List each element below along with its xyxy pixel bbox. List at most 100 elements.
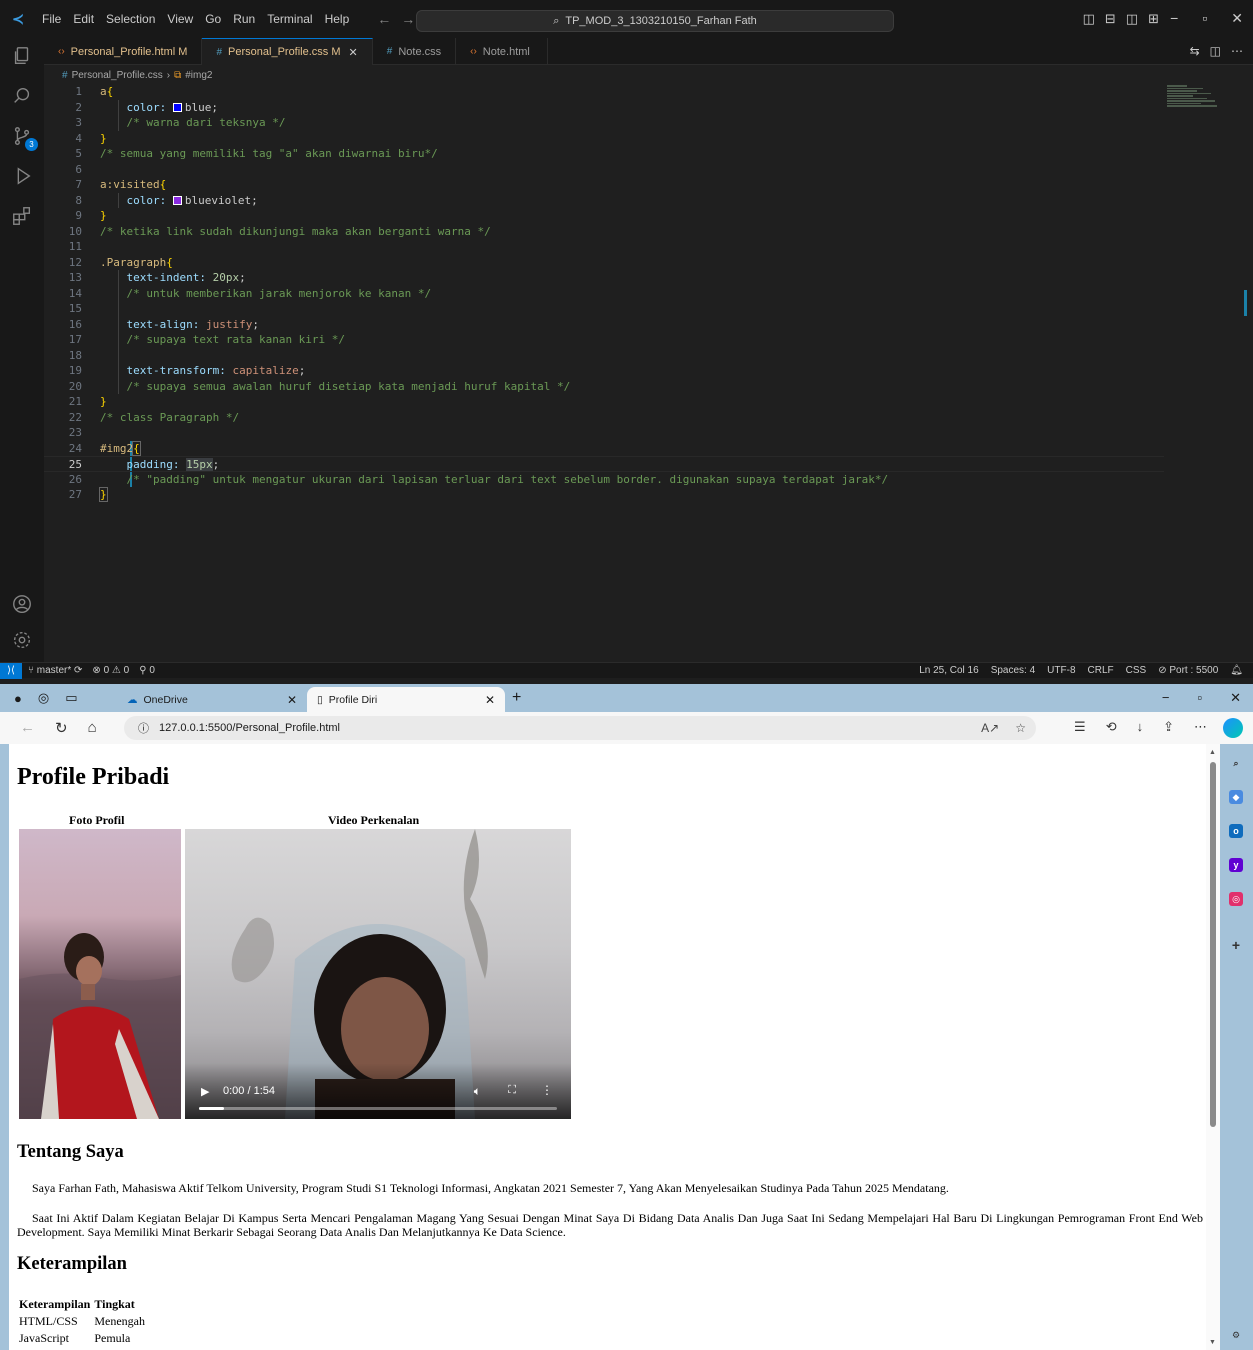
share-icon[interactable]: ⇪: [1163, 719, 1174, 735]
color-swatch[interactable]: [172, 102, 182, 112]
indentation[interactable]: Spaces: 4: [991, 665, 1035, 676]
address-bar[interactable]: ⓘ 127.0.0.1:5500/Personal_Profile.html A…: [124, 716, 1036, 740]
instagram-icon[interactable]: ◎: [1229, 892, 1243, 906]
restore-icon[interactable]: ▫: [1197, 690, 1202, 706]
favorites-icon[interactable]: ☰: [1074, 719, 1086, 735]
minimize-icon[interactable]: −: [1162, 690, 1170, 706]
menu-edit[interactable]: Edit: [67, 12, 100, 26]
explorer-icon[interactable]: [10, 44, 34, 68]
tab-personal-profile-html[interactable]: ‹› Personal_Profile.html M: [44, 38, 203, 65]
split-editor-icon[interactable]: ◫: [1210, 44, 1221, 58]
toggle-secondary-sidebar-icon[interactable]: ◫: [1126, 11, 1138, 27]
notifications-bell-icon[interactable]: 🔔︎: [1230, 665, 1243, 676]
menu-view[interactable]: View: [161, 12, 199, 26]
language-mode[interactable]: CSS: [1126, 665, 1147, 676]
extensions-icon[interactable]: [10, 204, 34, 228]
settings-gear-icon[interactable]: [10, 628, 34, 652]
video-seek-bar[interactable]: [199, 1107, 557, 1110]
account-icon[interactable]: [10, 592, 34, 616]
toggle-sidebar-icon[interactable]: ◫: [1083, 11, 1095, 27]
menu-terminal[interactable]: Terminal: [261, 12, 318, 26]
close-tab-icon[interactable]: ✕: [349, 46, 358, 59]
close-tab-icon[interactable]: ✕: [485, 693, 495, 707]
back-icon[interactable]: ←: [20, 719, 35, 737]
minimize-icon[interactable]: −: [1170, 10, 1178, 27]
close-tab-icon[interactable]: ✕: [287, 693, 297, 707]
profile-icon[interactable]: ●: [14, 691, 22, 706]
breadcrumb-symbol[interactable]: #img2: [185, 70, 212, 81]
outlook-icon[interactable]: o: [1229, 824, 1243, 838]
menu-help[interactable]: Help: [319, 12, 356, 26]
more-options-icon[interactable]: ⋮: [541, 1083, 553, 1097]
code-line: 20 /* supaya semua awalan huruf disetiap…: [68, 379, 571, 393]
code-line: 12 .Paragraph{: [68, 255, 173, 269]
chevron-right-icon: ›: [166, 69, 171, 81]
fullscreen-icon[interactable]: ⛶: [508, 1084, 516, 1097]
scroll-up-icon[interactable]: ▲: [1209, 748, 1216, 756]
volume-icon[interactable]: 🔈︎: [474, 1084, 481, 1099]
close-icon[interactable]: ✕: [1230, 690, 1241, 706]
color-swatch[interactable]: [172, 195, 182, 205]
css-file-icon: #: [386, 46, 393, 57]
scroll-down-icon[interactable]: ▼: [1209, 1338, 1216, 1346]
more-actions-icon[interactable]: ⋯: [1231, 44, 1243, 58]
open-changes-icon[interactable]: ⇆: [1190, 44, 1200, 58]
source-control-icon[interactable]: 3: [10, 124, 38, 151]
close-icon[interactable]: ✕: [1231, 10, 1243, 27]
ports-indicator[interactable]: ⚲ 0: [139, 665, 155, 676]
menu-file[interactable]: File: [36, 12, 67, 26]
command-center[interactable]: ⌕ TP_MOD_3_1303210150_Farhan Fath: [416, 10, 894, 32]
scrollbar-thumb[interactable]: [1210, 762, 1216, 1127]
code-line: 21}: [68, 395, 107, 408]
live-server-port[interactable]: ⊘ Port : 5500: [1158, 665, 1218, 676]
git-branch[interactable]: ⑂ master* ⟳: [28, 665, 82, 676]
menu-run[interactable]: Run: [227, 12, 261, 26]
read-aloud-icon[interactable]: A↗: [981, 721, 999, 735]
encoding[interactable]: UTF-8: [1047, 665, 1075, 676]
toggle-panel-icon[interactable]: ⊟: [1105, 11, 1116, 27]
history-icon[interactable]: ⟲: [1106, 719, 1117, 735]
favorite-star-icon[interactable]: ☆: [1015, 721, 1026, 735]
copilot-sidebar-icon[interactable]: ◆: [1229, 790, 1243, 804]
more-menu-icon[interactable]: ⋯: [1194, 719, 1207, 735]
browser-tab-onedrive[interactable]: ☁ OneDrive ✕: [117, 687, 307, 712]
tab-personal-profile-css[interactable]: # Personal_Profile.css M ✕: [202, 38, 373, 65]
search-icon[interactable]: [10, 84, 34, 108]
info-icon[interactable]: ⓘ: [138, 720, 149, 736]
restore-icon[interactable]: ▫: [1202, 10, 1207, 27]
menu-selection[interactable]: Selection: [100, 12, 161, 26]
yahoo-icon[interactable]: y: [1229, 858, 1243, 872]
video-header: Video Perkenalan: [328, 813, 420, 827]
problems-indicator[interactable]: ⊗ 0 ⚠ 0: [92, 665, 129, 676]
home-icon[interactable]: ⌂: [88, 719, 97, 737]
downloads-icon[interactable]: ↓: [1137, 719, 1144, 735]
minimap[interactable]: [1167, 84, 1217, 124]
intro-video-player[interactable]: ▶ 0:00 / 1:54 🔈︎ ⛶ ⋮: [185, 829, 571, 1119]
table-cell: JavaScript: [19, 1331, 69, 1345]
new-tab-button[interactable]: +: [512, 689, 521, 707]
command-center-label: TP_MOD_3_1303210150_Farhan Fath: [565, 15, 757, 27]
run-debug-icon[interactable]: [10, 164, 34, 188]
refresh-icon[interactable]: ↻: [55, 719, 68, 737]
tab-note-html[interactable]: ‹› Note.html: [456, 38, 549, 65]
code-editor[interactable]: 1 a{ 2 color: blue; 3 /* warna dari teksn…: [44, 84, 1164, 662]
sidebar-settings-icon[interactable]: ⚙: [1229, 1328, 1243, 1342]
menu-go[interactable]: Go: [199, 12, 227, 26]
page-scrollbar[interactable]: ▲ ▼: [1206, 744, 1220, 1350]
tab-actions-icon[interactable]: ▭: [65, 690, 77, 706]
tab-note-css[interactable]: # Note.css: [373, 38, 457, 65]
workspaces-icon[interactable]: ◎: [38, 690, 49, 706]
search-icon[interactable]: ⌕: [1229, 756, 1243, 770]
copilot-icon[interactable]: [1223, 718, 1243, 738]
browser-tab-profile-diri[interactable]: ▯ Profile Diri ✕: [307, 687, 505, 712]
add-app-icon[interactable]: +: [1229, 938, 1243, 952]
breadcrumb-file[interactable]: Personal_Profile.css: [72, 70, 163, 81]
code-line: 4}: [75, 131, 107, 145]
code-line: 5/* semua yang memiliki tag "a" akan diw…: [75, 147, 438, 160]
customize-layout-icon[interactable]: ⊞: [1148, 11, 1159, 27]
remote-indicator-icon[interactable]: ⟩⟨: [0, 662, 22, 679]
play-icon[interactable]: ▶: [201, 1085, 209, 1098]
code-line: 17 /* supaya text rata kanan kiri */: [68, 333, 346, 346]
cursor-position[interactable]: Ln 25, Col 16: [919, 665, 979, 676]
line-ending[interactable]: CRLF: [1088, 665, 1114, 676]
